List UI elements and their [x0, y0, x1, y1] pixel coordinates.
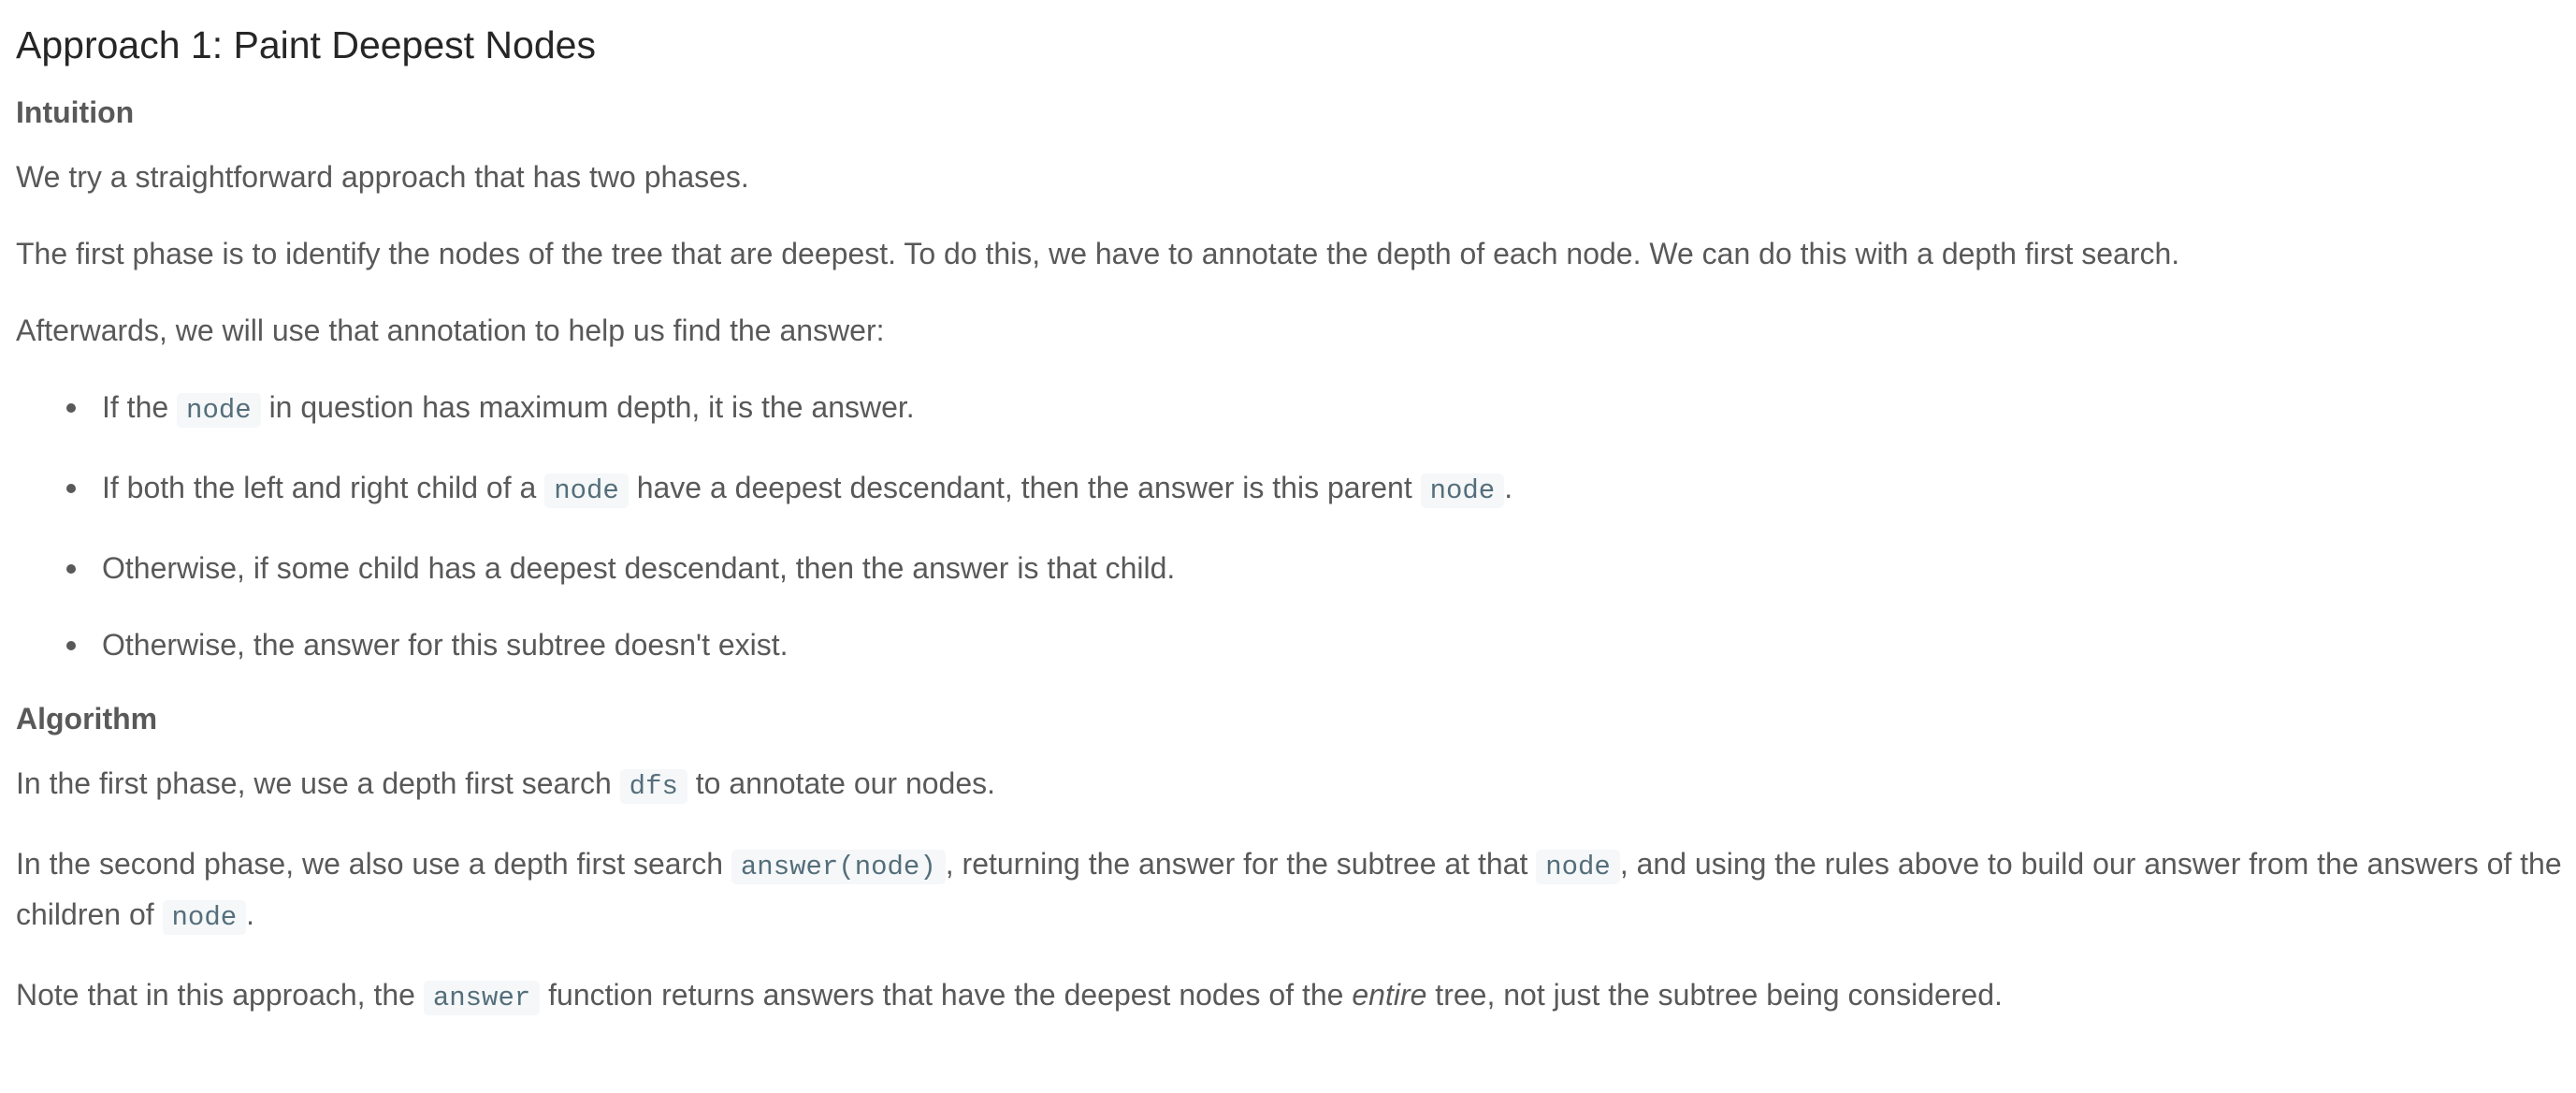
- text-span: If both the left and right child of a: [102, 471, 545, 504]
- section-heading-algorithm: Algorithm: [16, 702, 158, 736]
- text-span: If the: [102, 390, 178, 424]
- intuition-paragraph-3: Afterwards, we will use that annotation …: [16, 313, 885, 347]
- text-span: , returning the answer for the subtree a…: [945, 847, 1537, 881]
- text-span: Note that in this approach, the: [16, 978, 424, 1012]
- inline-code: node: [1536, 850, 1620, 884]
- text-span: tree, not just the subtree being conside…: [1426, 978, 2003, 1012]
- algorithm-paragraph-1: In the first phase, we use a depth first…: [16, 760, 2576, 810]
- algorithm-paragraph-3: Note that in this approach, the answer f…: [16, 971, 2576, 1022]
- inline-code: node: [162, 900, 247, 935]
- text-span: Otherwise, if some child has a deepest d…: [102, 551, 1176, 585]
- rules-list: If the node in question has maximum dept…: [16, 384, 2576, 668]
- algorithm-paragraph-2: In the second phase, we also use a depth…: [16, 840, 2576, 941]
- intuition-paragraph-1: We try a straightforward approach that h…: [16, 160, 749, 194]
- section-heading-intuition: Intuition: [16, 95, 135, 129]
- text-span: In the first phase, we use a depth first…: [16, 766, 620, 800]
- inline-code: dfs: [619, 769, 687, 804]
- text-span: to annotate our nodes.: [687, 766, 996, 800]
- list-item: Otherwise, if some child has a deepest d…: [66, 545, 2576, 591]
- inline-code: node: [1420, 474, 1505, 508]
- intuition-paragraph-2: The first phase is to identify the nodes…: [16, 237, 2180, 270]
- text-span: .: [1504, 471, 1513, 504]
- text-span: Otherwise, the answer for this subtree d…: [102, 628, 789, 662]
- list-item: If both the left and right child of a no…: [66, 464, 2576, 515]
- text-span: in question has maximum depth, it is the…: [260, 390, 915, 424]
- page-title: Approach 1: Paint Deepest Nodes: [16, 23, 596, 66]
- inline-code: node: [544, 474, 629, 508]
- inline-code: answer: [423, 981, 541, 1015]
- text-span: .: [246, 897, 255, 931]
- text-span: have a deepest descendant, then the answ…: [628, 471, 1421, 504]
- inline-code: answer(node): [731, 850, 946, 884]
- inline-code: node: [177, 393, 261, 428]
- text-span: function returns answers that have the d…: [540, 978, 1353, 1012]
- list-item: If the node in question has maximum dept…: [66, 384, 2576, 434]
- article: Approach 1: Paint Deepest Nodes Intuitio…: [0, 0, 2576, 1093]
- text-span: In the second phase, we also use a depth…: [16, 847, 731, 881]
- list-item: Otherwise, the answer for this subtree d…: [66, 621, 2576, 668]
- emphasis-text: entire: [1352, 978, 1427, 1012]
